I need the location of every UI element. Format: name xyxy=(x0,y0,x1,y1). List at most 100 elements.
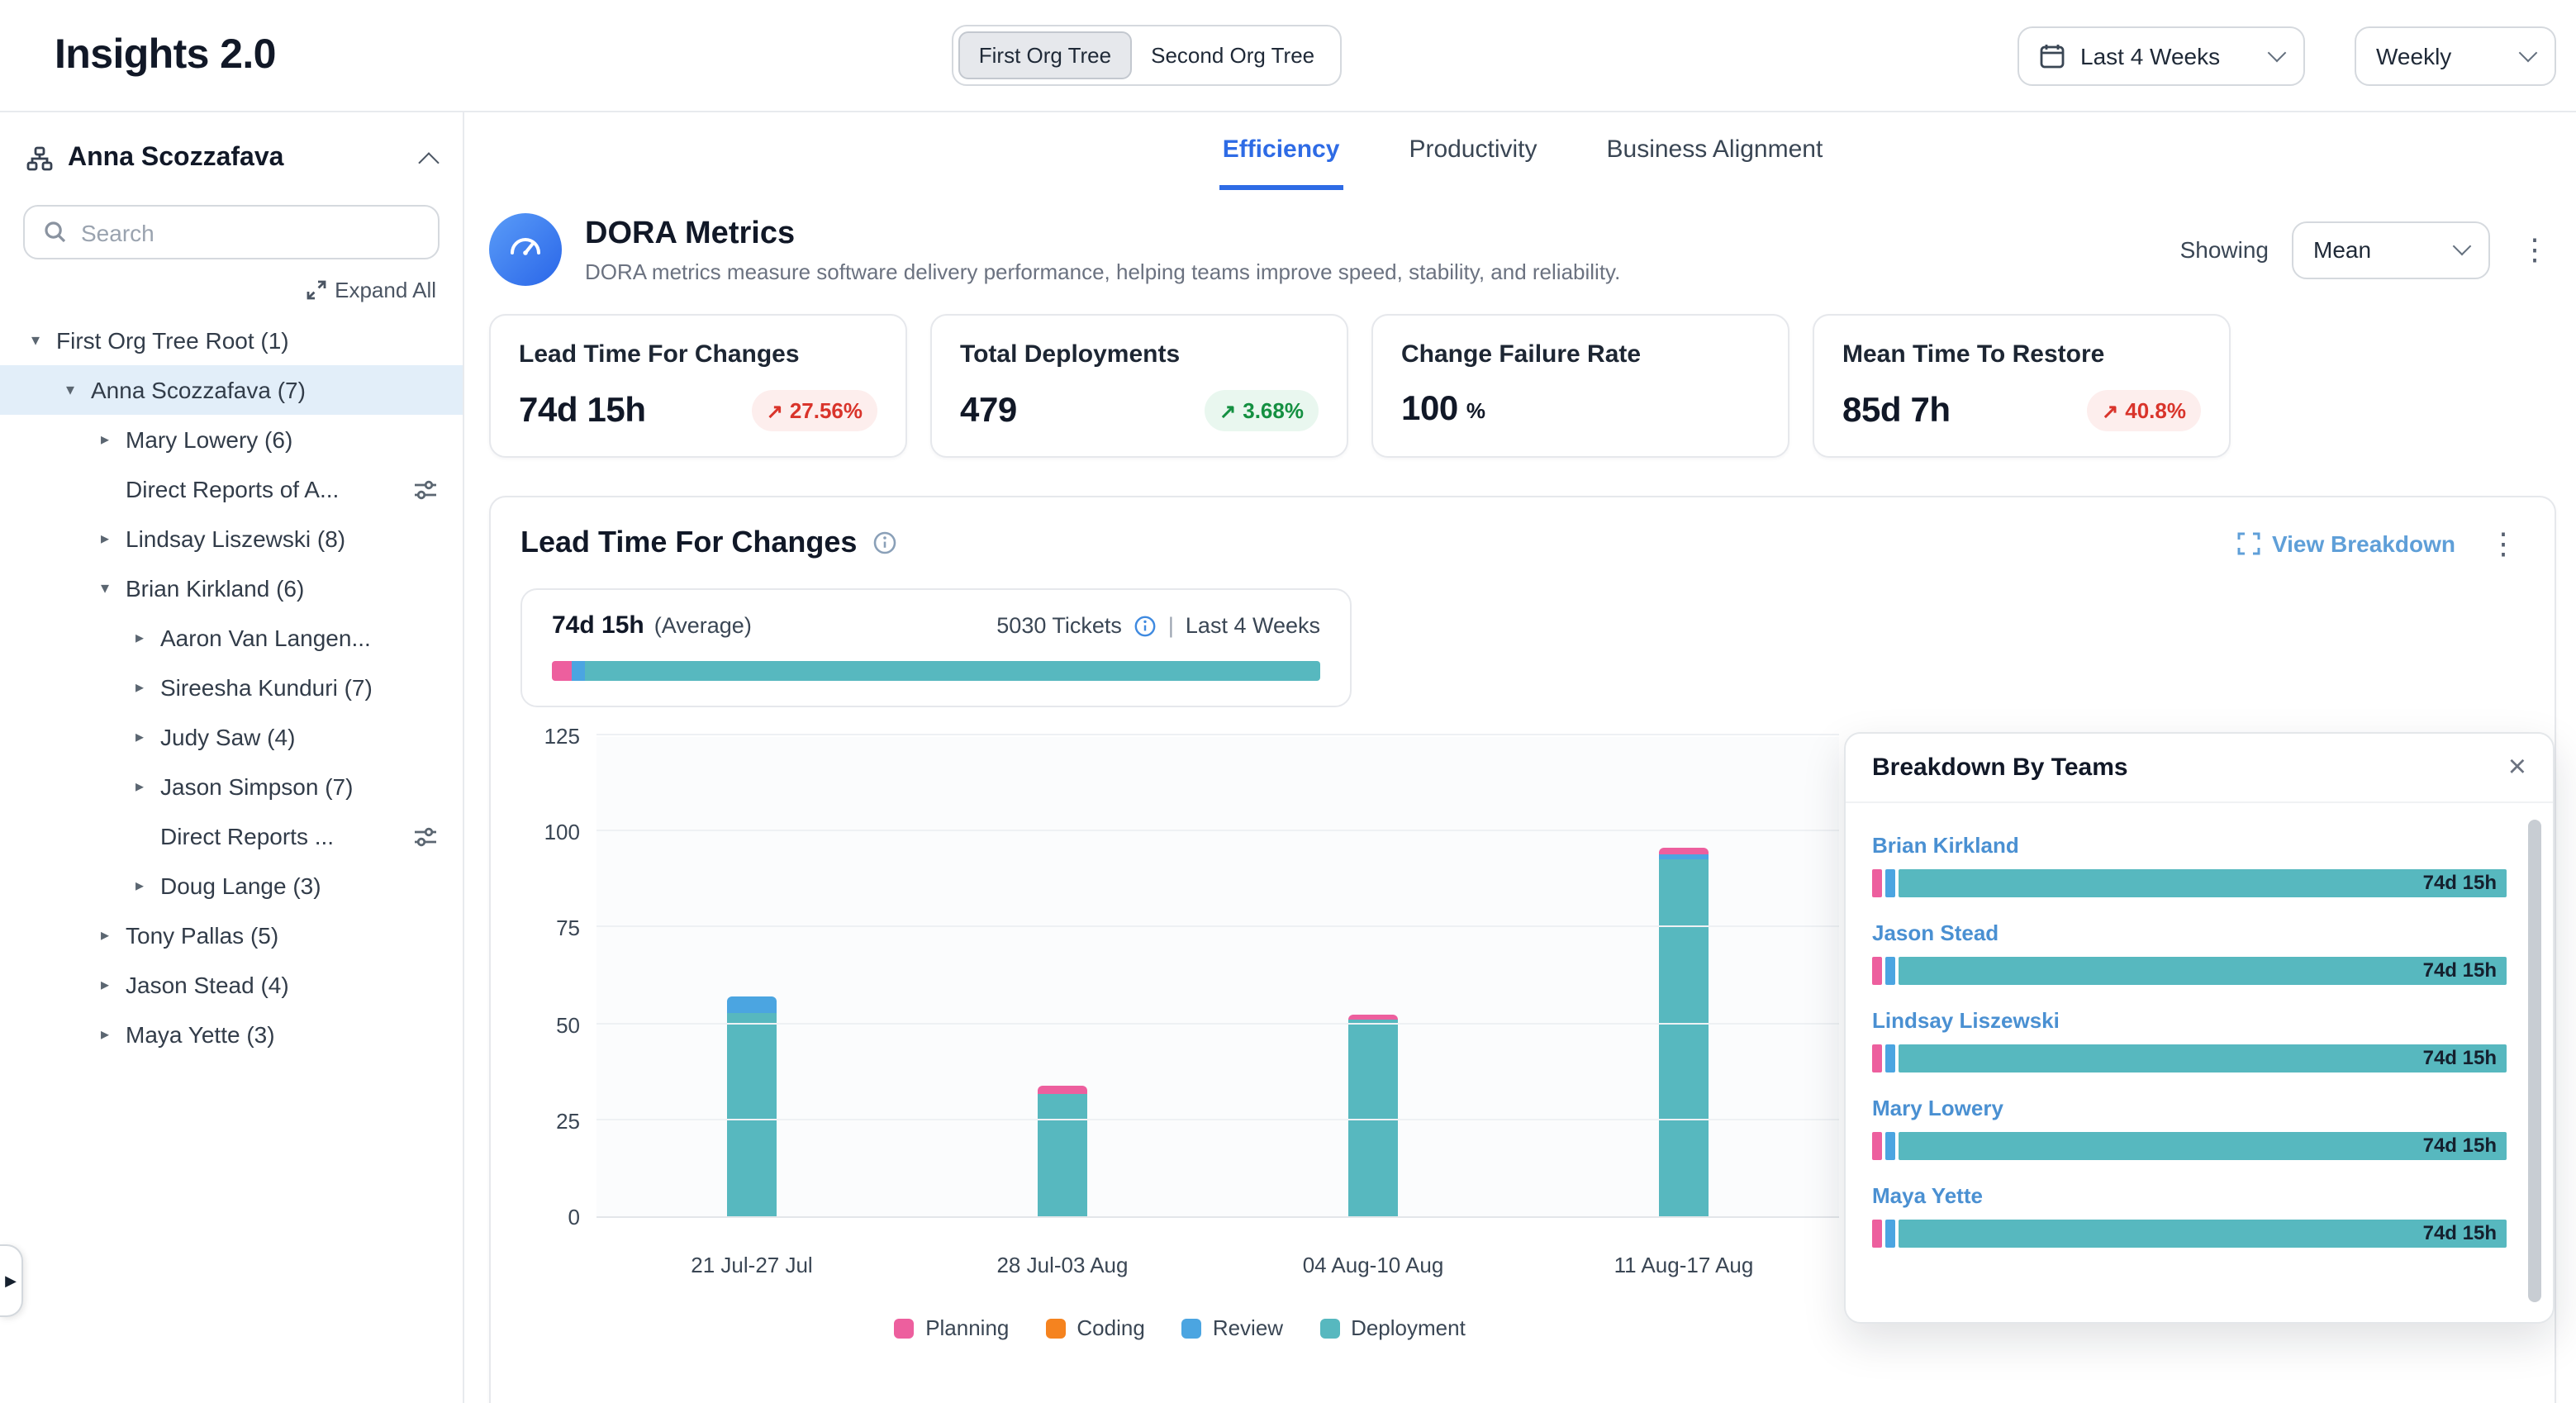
tree-item-brian-kirkland-6[interactable]: ▾ Brian Kirkland (6) xyxy=(0,564,463,613)
team-name-link[interactable]: Mary Lowery xyxy=(1872,1096,2003,1120)
team-name-link[interactable]: Maya Yette xyxy=(1872,1183,1983,1208)
chevron-down-icon[interactable]: ▾ xyxy=(61,381,79,399)
bar-group-28-jul-03-aug[interactable] xyxy=(907,737,1218,1216)
metric-cards: Lead Time For Changes74d 15h↗27.56%Total… xyxy=(489,314,2556,458)
legend-item-deployment[interactable]: Deployment xyxy=(1319,1315,1466,1340)
plot-area xyxy=(596,737,1839,1218)
chevron-right-icon[interactable]: ▸ xyxy=(131,678,149,697)
sidebar-search[interactable] xyxy=(23,205,440,259)
legend-item-review[interactable]: Review xyxy=(1181,1315,1283,1340)
filter-settings-icon[interactable] xyxy=(413,824,438,849)
chevron-down-icon[interactable]: ▾ xyxy=(26,331,45,350)
legend-swatch xyxy=(1181,1318,1201,1338)
tab-business-alignment[interactable]: Business Alignment xyxy=(1604,112,1827,190)
sidebar-user-name: Anna Scozzafava xyxy=(68,144,283,174)
y-tick-label: 50 xyxy=(556,1012,580,1037)
search-input[interactable] xyxy=(81,219,420,245)
info-icon[interactable] xyxy=(1134,614,1157,637)
team-bar-review-segment xyxy=(1885,1220,1895,1248)
bar-segment-deployment xyxy=(727,1012,777,1216)
chevron-down-icon[interactable]: ▾ xyxy=(96,579,114,597)
scrollbar-thumb[interactable] xyxy=(2528,820,2541,1302)
legend-item-coding[interactable]: Coding xyxy=(1045,1315,1144,1340)
view-breakdown-button[interactable]: View Breakdown xyxy=(2237,530,2455,556)
y-tick-label: 125 xyxy=(544,724,580,749)
team-row-lindsay-liszewski: Lindsay Liszewski74d 15h xyxy=(1872,1006,2507,1072)
bar-group-21-jul-27-jul[interactable] xyxy=(596,737,907,1216)
metric-value: 100 xyxy=(1401,390,1458,430)
expand-all-button[interactable]: Expand All xyxy=(305,278,436,302)
bar-group-04-aug-10-aug[interactable] xyxy=(1218,737,1528,1216)
sidebar-user-header[interactable]: Anna Scozzafava xyxy=(0,132,463,185)
chevron-right-icon[interactable]: ▸ xyxy=(131,728,149,746)
metric-card-value-row: 100% xyxy=(1401,390,1760,430)
tree-item-label: Lindsay Liszewski (8) xyxy=(126,526,345,552)
date-range-dropdown[interactable]: Last 4 Weeks xyxy=(2018,26,2305,85)
legend-item-planning[interactable]: Planning xyxy=(894,1315,1009,1340)
tree-item-jason-stead-4[interactable]: ▸Jason Stead (4) xyxy=(0,960,463,1010)
lead-time-summary-card: 74d 15h (Average) 5030 Tickets | Last 4 … xyxy=(520,588,1352,707)
team-bar-review-segment xyxy=(1885,1044,1895,1072)
chevron-right-icon[interactable]: ▸ xyxy=(96,976,114,994)
breakdown-by-teams-panel: Breakdown By Teams × Brian Kirkland 74d 1… xyxy=(1844,732,2555,1324)
granularity-dropdown[interactable]: Weekly xyxy=(2355,26,2556,85)
tree-item-anna-scozzafava-7[interactable]: ▾Anna Scozzafava (7) xyxy=(0,365,463,415)
team-bar: 74d 15h xyxy=(1872,957,2507,985)
tree-item-maya-yette-3[interactable]: ▸Maya Yette (3) xyxy=(0,1010,463,1059)
org-tree-option-second-org-tree[interactable]: Second Org Tree xyxy=(1131,31,1334,79)
lead-time-card: Lead Time For Changes View Breakdown xyxy=(489,496,2556,1403)
dora-section-header: DORA Metrics DORA metrics measure softwa… xyxy=(489,213,2556,286)
tree-item-tony-pallas-5[interactable]: ▸Tony Pallas (5) xyxy=(0,911,463,960)
tree-item-judy-saw-4[interactable]: ▸ Judy Saw (4) xyxy=(0,712,463,762)
team-row-jason-stead: Jason Stead 74d 15h xyxy=(1872,919,2507,985)
tree-item-label: Judy Saw (4) xyxy=(160,724,295,750)
metric-card-value-row: 479↗3.68% xyxy=(960,390,1319,431)
breakdown-panel-title: Breakdown By Teams xyxy=(1872,754,2128,782)
close-icon[interactable]: × xyxy=(2508,752,2526,783)
tree-item-label: Aaron Van Langen... xyxy=(160,625,371,651)
chevron-right-icon[interactable]: ▸ xyxy=(131,629,149,647)
legend-label: Review xyxy=(1213,1315,1283,1340)
tree-item-sireesha-kunduri-7[interactable]: ▸Sireesha Kunduri (7) xyxy=(0,663,463,712)
stacked-bar xyxy=(727,997,777,1216)
summary-qualifier: (Average) xyxy=(654,613,752,638)
tree-item-label: Brian Kirkland (6) xyxy=(126,575,304,602)
tab-productivity[interactable]: Productivity xyxy=(1405,112,1540,190)
chevron-right-icon[interactable]: ▸ xyxy=(96,1025,114,1044)
aggregation-dropdown[interactable]: Mean xyxy=(2292,221,2490,278)
org-tree-option-first-org-tree[interactable]: First Org Tree xyxy=(959,31,1131,79)
team-bar: 74d 15h xyxy=(1872,1220,2507,1248)
chevron-up-icon[interactable] xyxy=(418,152,439,173)
chart-legend: Planning Coding Review Deployment xyxy=(520,1315,1839,1340)
calendar-icon xyxy=(2039,42,2065,69)
summary-segment-deployment xyxy=(586,661,1320,681)
lead-time-chart: 0255075100125 21 Jul-27 Jul28 Jul-03 Aug… xyxy=(520,737,1839,1362)
chevron-right-icon[interactable]: ▸ xyxy=(96,530,114,548)
tree-item-direct-reports-of-a[interactable]: Direct Reports of A... xyxy=(0,464,463,514)
team-name-link[interactable]: Brian Kirkland xyxy=(1872,833,2019,858)
filter-settings-icon[interactable] xyxy=(413,477,438,502)
team-name-link[interactable]: Lindsay Liszewski xyxy=(1872,1008,2060,1033)
chevron-right-icon[interactable]: ▸ xyxy=(131,778,149,796)
tree-item-aaron-van-langen[interactable]: ▸ Aaron Van Langen... xyxy=(0,613,463,663)
team-name-link[interactable]: Jason Stead xyxy=(1872,920,1999,945)
chevron-right-icon[interactable]: ▸ xyxy=(131,877,149,895)
tree-item-lindsay-liszewski-8[interactable]: ▸ Lindsay Liszewski (8) xyxy=(0,514,463,564)
chevron-right-icon[interactable]: ▸ xyxy=(96,926,114,944)
team-bar-planning-segment xyxy=(1872,1132,1882,1160)
tree-item-doug-lange-3[interactable]: ▸Doug Lange (3) xyxy=(0,861,463,911)
tree-item-jason-simpson-7[interactable]: ▸Jason Simpson (7) xyxy=(0,762,463,811)
granularity-value: Weekly xyxy=(2376,42,2451,69)
info-icon[interactable] xyxy=(872,530,896,555)
sidebar-collapse-toggle[interactable]: ▶ xyxy=(0,1244,23,1317)
gridline xyxy=(596,734,1839,735)
tab-efficiency[interactable]: Efficiency xyxy=(1219,112,1343,190)
kebab-menu-icon[interactable]: ⋮ xyxy=(2513,235,2556,264)
tree-item-mary-lowery-6[interactable]: ▸Mary Lowery (6) xyxy=(0,415,463,464)
kebab-menu-icon[interactable]: ⋮ xyxy=(2482,528,2525,558)
tree-item-first-org-tree-root-1[interactable]: ▾First Org Tree Root (1) xyxy=(0,316,463,365)
bar-segment-planning xyxy=(1348,1015,1398,1020)
tree-item-direct-reports[interactable]: Direct Reports ... xyxy=(0,811,463,861)
bar-group-11-aug-17-aug[interactable] xyxy=(1528,737,1839,1216)
chevron-right-icon[interactable]: ▸ xyxy=(96,430,114,449)
